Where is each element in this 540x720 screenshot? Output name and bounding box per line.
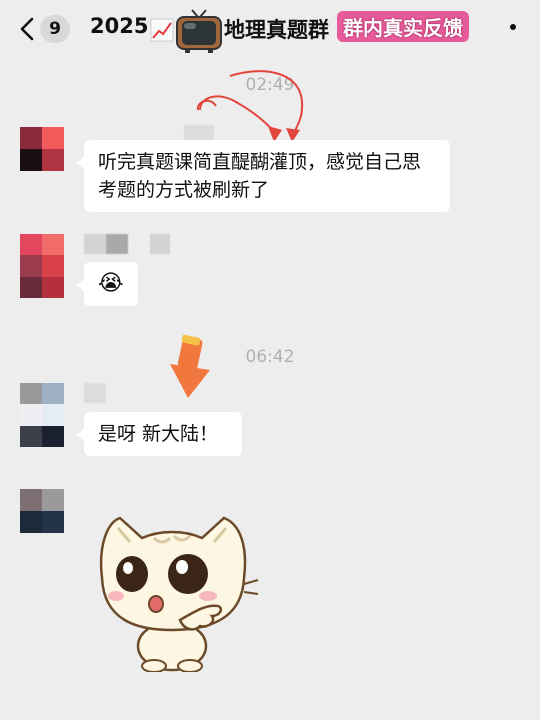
tv-sticker-icon <box>176 9 222 53</box>
message-bubble[interactable]: 😭 <box>77 262 138 306</box>
chart-up-icon <box>150 18 174 42</box>
sender-name-blurred <box>84 383 106 403</box>
message-bubble[interactable]: 是呀 新大陆！ <box>77 412 242 456</box>
unread-badge[interactable]: 9 <box>40 15 70 43</box>
timestamp: 06:42 <box>245 347 295 367</box>
more-dots-icon[interactable] <box>510 24 516 30</box>
avatar[interactable] <box>20 383 64 447</box>
chat-title-suffix: 地理真题群 <box>224 18 329 42</box>
message-bubble[interactable]: 听完真题课简直醍醐灌顶，感觉自己思考题的方式被刷新了 <box>77 140 450 212</box>
overlay-label: 群内真实反馈 <box>337 11 469 42</box>
avatar[interactable] <box>20 127 64 171</box>
avatar[interactable] <box>20 489 64 533</box>
sender-name-blurred <box>150 234 170 254</box>
sender-name-blurred <box>106 234 128 254</box>
chevron-left-icon[interactable] <box>16 16 40 42</box>
crying-laughing-emoji: 😭 <box>98 271 124 296</box>
down-arrow-sticker <box>170 334 210 398</box>
cat-sticker[interactable] <box>84 508 260 672</box>
avatar[interactable] <box>20 234 64 298</box>
chat-header: 9 2025 地理真题群 群内真实反馈 <box>0 0 540 58</box>
chat-title-prefix: 2025 <box>90 14 149 38</box>
sender-name-blurred <box>84 234 106 254</box>
